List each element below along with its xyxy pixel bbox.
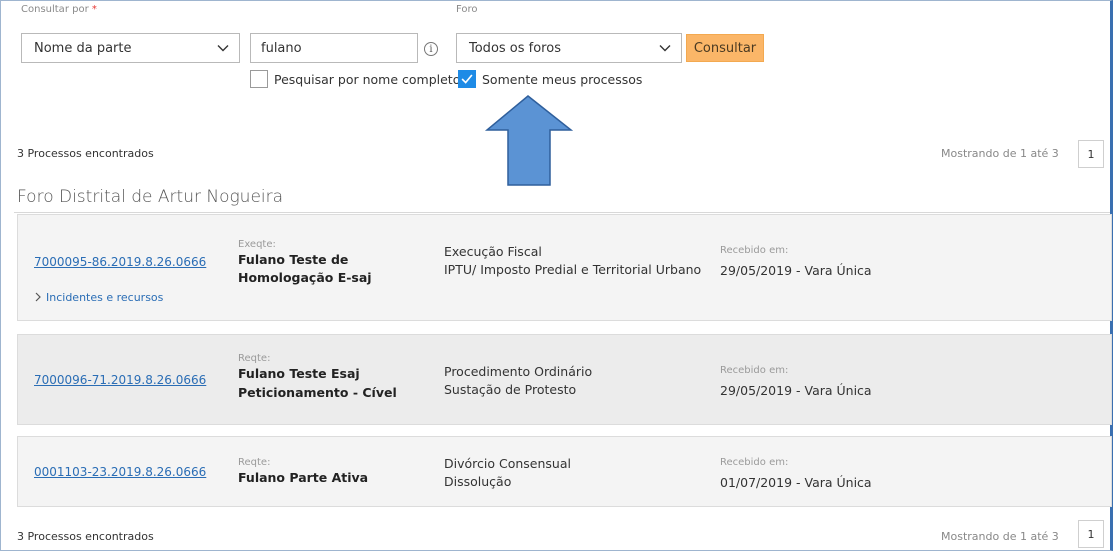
party-name-line1: Fulano Teste de xyxy=(238,252,349,267)
consultar-por-label: Consultar por * xyxy=(21,4,97,15)
nome-completo-checkbox[interactable] xyxy=(250,70,268,88)
process-card: 7000096-71.2019.8.26.0666 Reqte: Fulano … xyxy=(17,334,1112,425)
chevron-right-icon xyxy=(35,292,41,302)
received-label: Recebido em: xyxy=(720,457,789,468)
check-icon xyxy=(461,74,473,84)
process-number-link[interactable]: 7000095-86.2019.8.26.0666 xyxy=(34,255,206,269)
consultar-button[interactable]: Consultar xyxy=(686,34,764,62)
results-count-footer: 3 Processos encontrados xyxy=(17,530,154,543)
process-number-link[interactable]: 7000096-71.2019.8.26.0666 xyxy=(34,373,206,387)
party-name-line2: Peticionamento - Cível xyxy=(238,385,397,400)
process-subject: Sustação de Protesto xyxy=(444,382,577,397)
foro-value: Todos os foros xyxy=(469,40,561,56)
party-role: Exeqte: xyxy=(238,239,276,250)
received-label: Recebido em: xyxy=(720,365,789,376)
received-value: 01/07/2019 - Vara Única xyxy=(720,475,872,490)
party-role: Reqte: xyxy=(238,353,271,364)
incidentes-recursos-link[interactable]: Incidentes e recursos xyxy=(34,291,163,304)
search-input-value: fulano xyxy=(261,40,302,56)
party-name-line1: Fulano Teste Esaj xyxy=(238,366,360,381)
chevron-down-icon xyxy=(659,45,671,52)
info-icon[interactable]: i xyxy=(424,42,438,56)
foro-select[interactable]: Todos os foros xyxy=(456,33,682,63)
process-number-link[interactable]: 0001103-23.2019.8.26.0666 xyxy=(34,465,206,479)
process-class: Divórcio Consensual xyxy=(444,456,571,471)
process-class: Execução Fiscal xyxy=(444,244,542,259)
process-class: Procedimento Ordinário xyxy=(444,364,593,379)
foro-label: Foro xyxy=(456,4,478,15)
party-role: Reqte: xyxy=(238,457,271,468)
divider xyxy=(14,212,1110,213)
meus-processos-checkbox[interactable] xyxy=(458,70,476,88)
consultar-por-value: Nome da parte xyxy=(34,40,132,56)
up-arrow-annotation-icon xyxy=(484,95,574,186)
received-value: 29/05/2019 - Vara Única xyxy=(720,383,872,398)
received-value: 29/05/2019 - Vara Única xyxy=(720,263,872,278)
meus-processos-label: Somente meus processos xyxy=(482,72,643,87)
foro-group-title: Foro Distrital de Artur Nogueira xyxy=(17,187,284,207)
results-count: 3 Processos encontrados xyxy=(17,147,154,160)
chevron-down-icon xyxy=(217,45,229,52)
received-label: Recebido em: xyxy=(720,245,789,256)
search-input[interactable]: fulano xyxy=(250,33,418,63)
process-subject: IPTU/ Imposto Predial e Territorial Urba… xyxy=(444,262,702,277)
page-number-button[interactable]: 1 xyxy=(1078,140,1104,168)
process-subject: Dissolução xyxy=(444,474,512,489)
party-name-line2: Homologação E-saj xyxy=(238,270,372,285)
process-card: 0001103-23.2019.8.26.0666 Reqte: Fulano … xyxy=(17,436,1112,507)
nome-completo-label: Pesquisar por nome completo xyxy=(274,72,461,87)
consultar-por-select[interactable]: Nome da parte xyxy=(21,33,240,63)
process-card: 7000095-86.2019.8.26.0666 Incidentes e r… xyxy=(17,214,1112,321)
results-range-footer: Mostrando de 1 até 3 xyxy=(941,530,1059,543)
page-number-button-footer[interactable]: 1 xyxy=(1078,520,1104,548)
party-name-line1: Fulano Parte Ativa xyxy=(238,470,369,485)
results-range: Mostrando de 1 até 3 xyxy=(941,147,1059,160)
